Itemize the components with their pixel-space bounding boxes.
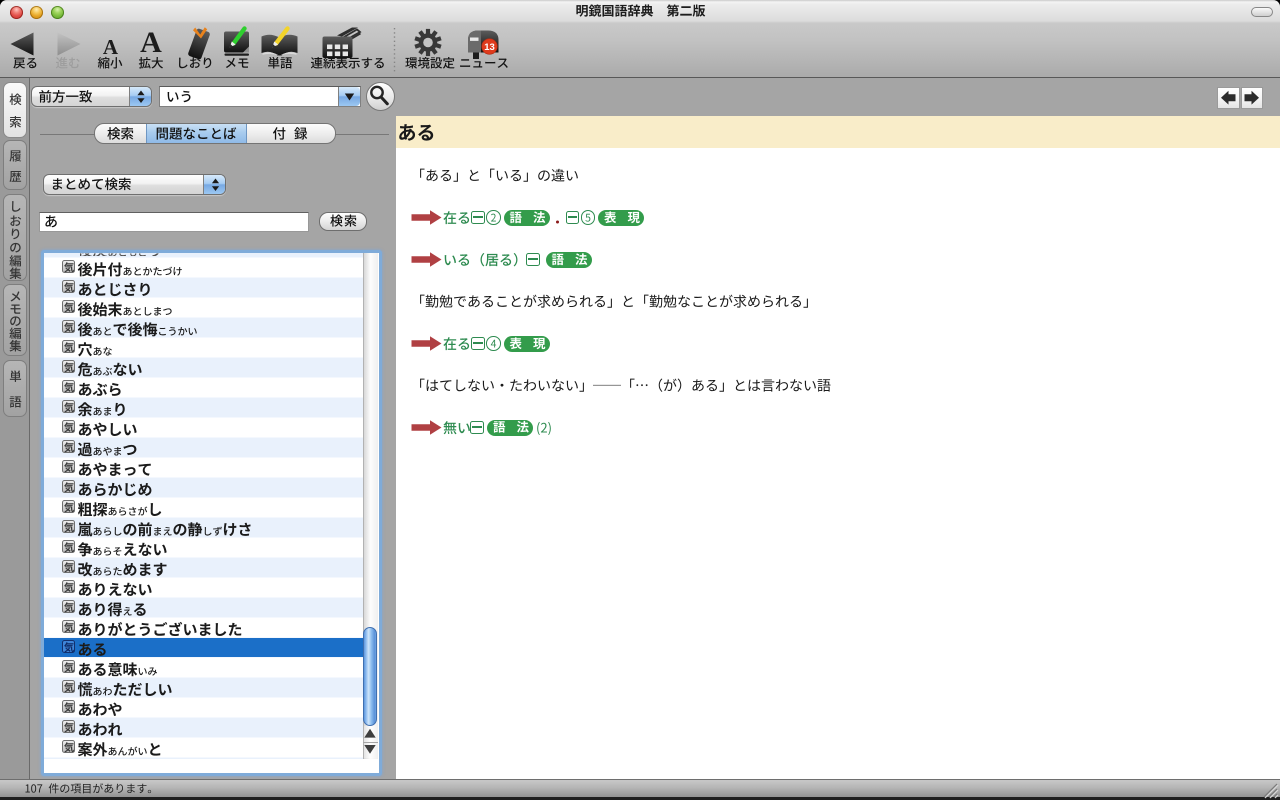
- svg-text:13: 13: [484, 42, 495, 53]
